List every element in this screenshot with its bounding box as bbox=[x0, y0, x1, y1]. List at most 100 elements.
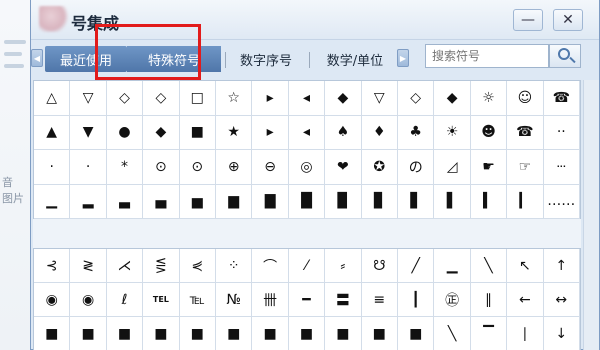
symbol-cell[interactable]: ← bbox=[507, 283, 544, 317]
symbol-cell[interactable]: ■ bbox=[180, 317, 216, 350]
symbol-cell[interactable]: ⊙ bbox=[143, 150, 180, 185]
symbol-cell[interactable]: ♣ bbox=[398, 115, 435, 150]
symbol-cell[interactable]: ▌ bbox=[434, 184, 471, 219]
symbol-cell[interactable]: の bbox=[398, 150, 435, 185]
symbol-cell[interactable]: ◇ bbox=[398, 81, 435, 116]
symbol-cell[interactable]: ▉ bbox=[325, 184, 362, 219]
symbol-cell[interactable]: ◇ bbox=[106, 81, 144, 116]
symbol-cell[interactable]: ■ bbox=[70, 317, 107, 350]
symbol-cell[interactable]: □ bbox=[179, 81, 216, 116]
symbol-cell[interactable]: ⊙ bbox=[179, 150, 216, 185]
symbol-cell[interactable]: …… bbox=[543, 184, 580, 219]
symbol-cell[interactable]: ▲ bbox=[34, 115, 71, 150]
symbol-cell[interactable]: ·· bbox=[543, 115, 580, 150]
scroll-left-button[interactable]: ◀ bbox=[31, 49, 43, 67]
symbol-cell[interactable]: 卌 bbox=[252, 283, 289, 317]
symbol-cell[interactable]: ⁄ bbox=[288, 249, 326, 283]
symbol-cell[interactable]: ■ bbox=[398, 317, 435, 350]
symbol-cell[interactable]: ▼ bbox=[70, 115, 107, 150]
scroll-right-button[interactable]: ▶ bbox=[397, 49, 409, 67]
symbol-cell[interactable]: ▎ bbox=[507, 184, 544, 219]
symbol-cell[interactable]: · bbox=[70, 150, 107, 185]
scrollbar[interactable] bbox=[583, 80, 599, 350]
symbol-cell[interactable]: ㊣ bbox=[434, 283, 471, 317]
symbol-cell[interactable]: ↔ bbox=[543, 283, 580, 317]
symbol-cell[interactable]: ■ bbox=[107, 317, 144, 350]
symbol-cell[interactable]: ≡ bbox=[361, 283, 398, 317]
symbol-cell[interactable]: ☆ bbox=[216, 81, 253, 116]
symbol-cell[interactable]: ☼ bbox=[470, 81, 508, 116]
symbol-cell[interactable]: ▔ bbox=[471, 317, 508, 350]
symbol-cell[interactable]: ◎ bbox=[288, 150, 326, 185]
symbol-cell[interactable]: ⋌ bbox=[106, 249, 144, 283]
symbol-cell[interactable]: ⁘ bbox=[216, 249, 253, 283]
symbol-cell[interactable]: ◉ bbox=[70, 283, 107, 317]
symbol-cell[interactable]: ☛ bbox=[470, 150, 508, 185]
symbol-cell[interactable]: ◂ bbox=[288, 81, 326, 116]
symbol-cell[interactable]: ▅ bbox=[179, 184, 216, 219]
symbol-cell[interactable]: ★ bbox=[216, 115, 253, 150]
symbol-cell[interactable]: ◂ bbox=[288, 115, 326, 150]
symbol-cell[interactable]: ∥ bbox=[470, 283, 508, 317]
symbol-cell[interactable]: ≷ bbox=[70, 249, 107, 283]
symbol-cell[interactable]: ■ bbox=[216, 317, 253, 350]
symbol-cell[interactable]: ◆ bbox=[434, 81, 471, 116]
symbol-cell[interactable]: ╲ bbox=[470, 249, 508, 283]
search-button[interactable] bbox=[549, 44, 581, 68]
symbol-cell[interactable]: ◇ bbox=[143, 81, 180, 116]
symbol-cell[interactable]: ⋞ bbox=[179, 249, 216, 283]
symbol-cell[interactable]: ■ bbox=[34, 317, 71, 350]
symbol-cell[interactable]: ● bbox=[106, 115, 144, 150]
symbol-cell[interactable]: ☻ bbox=[470, 115, 508, 150]
minimize-button[interactable]: — bbox=[513, 9, 543, 31]
symbol-cell[interactable]: ℓ bbox=[106, 283, 144, 317]
symbol-cell[interactable]: · bbox=[34, 150, 71, 185]
symbol-cell[interactable]: ▁ bbox=[34, 184, 71, 219]
symbol-cell[interactable]: № bbox=[216, 283, 253, 317]
symbol-cell[interactable]: ▽ bbox=[361, 81, 398, 116]
symbol-cell[interactable]: ☎ bbox=[507, 115, 544, 150]
symbol-cell[interactable]: ↓ bbox=[544, 317, 580, 350]
symbol-cell[interactable]: ☺ bbox=[507, 81, 544, 116]
symbol-cell[interactable]: ▸ bbox=[252, 81, 289, 116]
symbol-cell[interactable]: ▽ bbox=[70, 81, 107, 116]
symbol-cell[interactable]: * bbox=[106, 150, 144, 185]
symbol-cell[interactable]: ⊖ bbox=[252, 150, 289, 185]
symbol-cell[interactable]: ■ bbox=[362, 317, 398, 350]
symbol-cell[interactable]: 〓 bbox=[325, 283, 362, 317]
symbol-cell[interactable]: █ bbox=[288, 184, 326, 219]
symbol-cell[interactable]: ■ bbox=[325, 317, 362, 350]
symbol-cell[interactable]: ℡ bbox=[179, 283, 216, 317]
symbol-cell[interactable]: ▃ bbox=[106, 184, 144, 219]
symbol-cell[interactable]: ··· bbox=[543, 150, 580, 185]
symbol-cell[interactable]: ▇ bbox=[252, 184, 289, 219]
symbol-cell[interactable]: ▆ bbox=[216, 184, 253, 219]
symbol-cell[interactable]: ■ bbox=[252, 317, 289, 350]
symbol-cell[interactable]: ∣ bbox=[507, 317, 544, 350]
symbol-cell[interactable]: ↑ bbox=[543, 249, 580, 283]
symbol-cell[interactable]: ┃ bbox=[398, 283, 435, 317]
symbol-cell[interactable]: ━ bbox=[288, 283, 326, 317]
tab-math-units[interactable]: 数学/单位 bbox=[315, 46, 395, 72]
symbol-cell[interactable]: ■ bbox=[289, 317, 326, 350]
symbol-cell[interactable]: ❤ bbox=[325, 150, 362, 185]
symbol-cell[interactable]: ⋚ bbox=[143, 249, 180, 283]
symbol-cell[interactable]: ╱ bbox=[398, 249, 435, 283]
symbol-cell[interactable]: ☎ bbox=[543, 81, 580, 116]
symbol-cell[interactable]: ◆ bbox=[325, 81, 362, 116]
symbol-cell[interactable]: ◿ bbox=[434, 150, 471, 185]
symbol-cell[interactable]: ✪ bbox=[361, 150, 398, 185]
symbol-cell[interactable]: ↖ bbox=[507, 249, 544, 283]
symbol-cell[interactable]: ♠ bbox=[325, 115, 362, 150]
symbol-cell[interactable]: ⊕ bbox=[216, 150, 253, 185]
symbol-cell[interactable]: ☋ bbox=[361, 249, 398, 283]
search-input[interactable] bbox=[425, 44, 549, 68]
symbol-cell[interactable]: ■ bbox=[143, 317, 180, 350]
symbol-cell[interactable]: ☀ bbox=[434, 115, 471, 150]
symbol-cell[interactable]: ■ bbox=[179, 115, 216, 150]
symbol-cell[interactable]: ⌒ bbox=[252, 249, 289, 283]
symbol-cell[interactable]: △ bbox=[34, 81, 71, 116]
symbol-cell[interactable]: ▁ bbox=[434, 249, 471, 283]
symbol-cell[interactable]: ▍ bbox=[470, 184, 508, 219]
symbol-cell[interactable]: ▊ bbox=[361, 184, 398, 219]
